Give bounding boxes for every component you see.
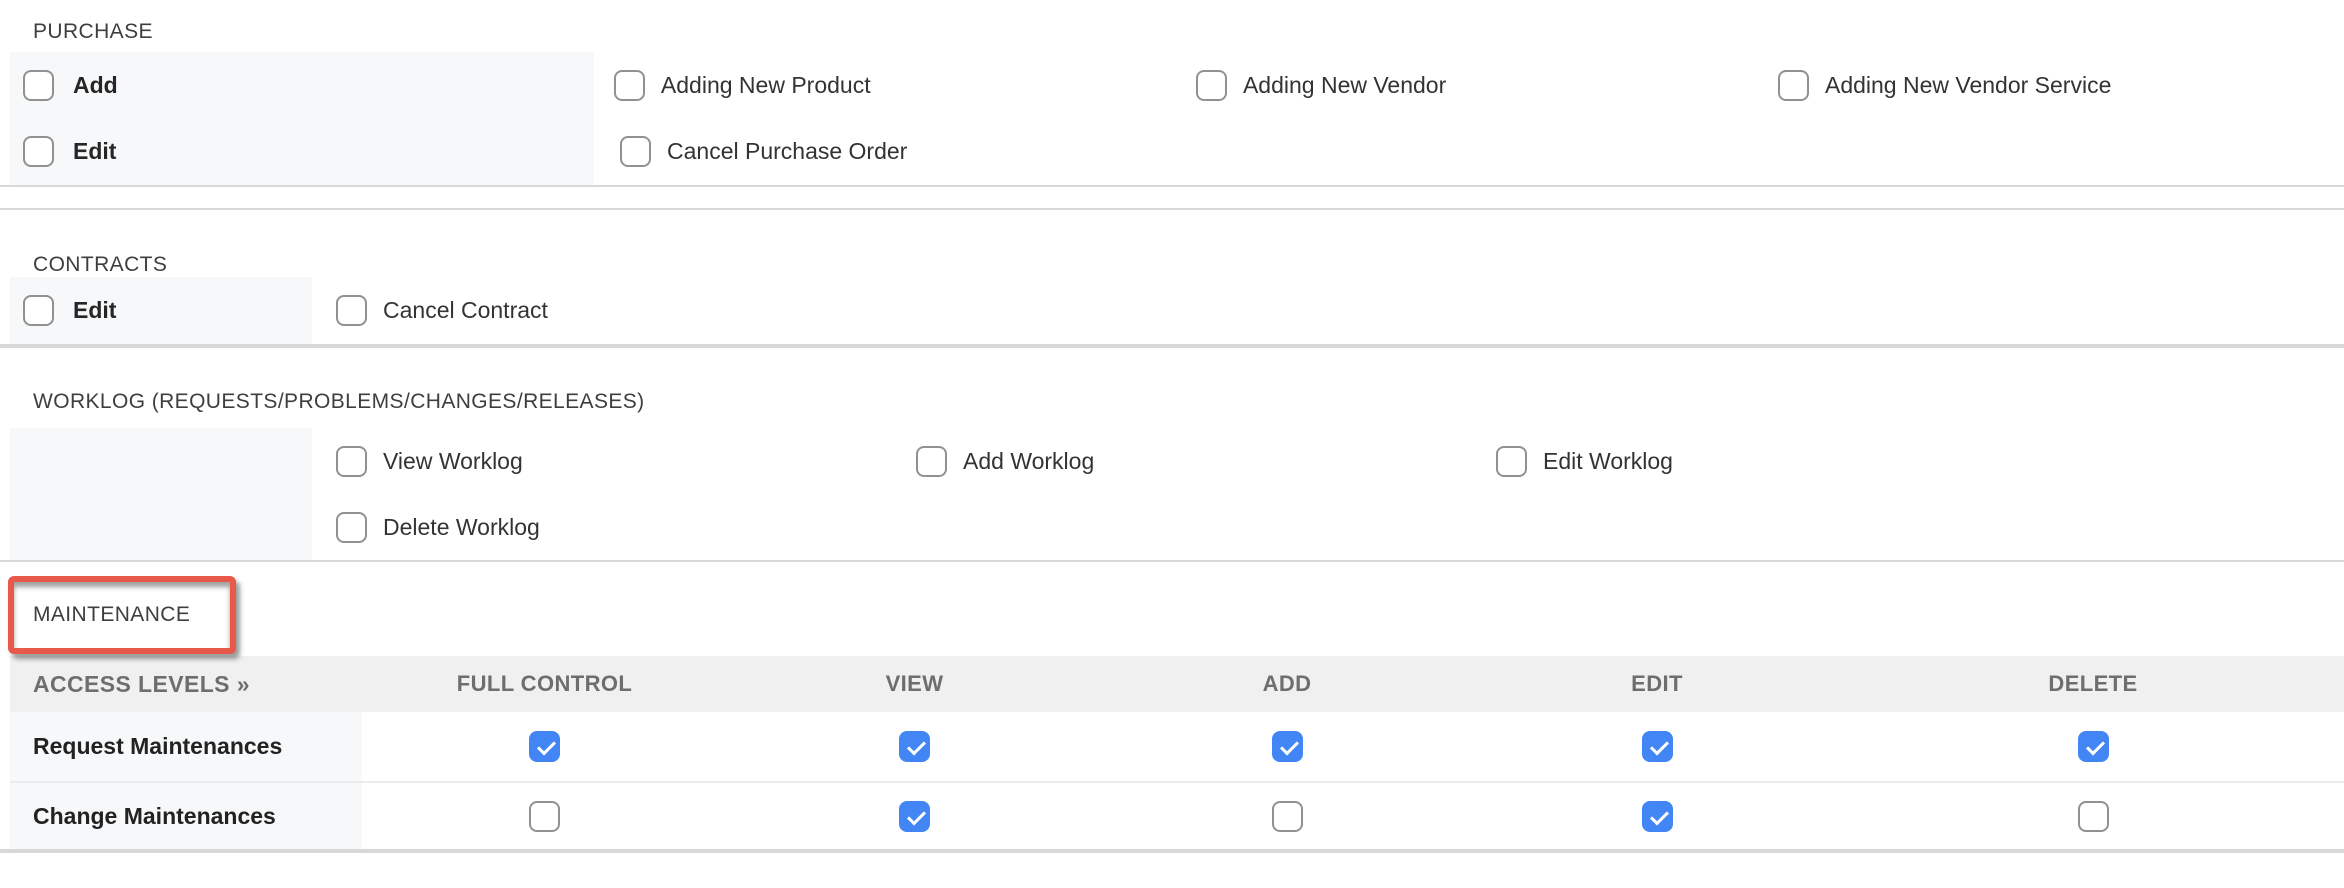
edit-worklog-checkbox[interactable] bbox=[1496, 446, 1527, 477]
contracts-edit-label: Edit bbox=[73, 297, 116, 324]
table-row-request-maintenances: Request Maintenances bbox=[10, 712, 2344, 781]
view-worklog-label: View Worklog bbox=[383, 448, 523, 475]
purchase-add-checkbox[interactable] bbox=[23, 70, 54, 101]
change-maintenances-full-control-checkbox[interactable] bbox=[529, 801, 560, 832]
adding-new-vendor-service-checkbox[interactable] bbox=[1778, 70, 1809, 101]
worklog-section-title: WORKLOG (REQUESTS/PROBLEMS/CHANGES/RELEA… bbox=[0, 348, 2344, 414]
edit-worklog-label: Edit Worklog bbox=[1543, 448, 1673, 475]
column-header-add: ADD bbox=[1102, 671, 1472, 697]
column-header-delete: DELETE bbox=[1842, 671, 2344, 697]
adding-new-vendor-label: Adding New Vendor bbox=[1243, 72, 1446, 99]
change-maintenances-delete-checkbox[interactable] bbox=[2078, 801, 2109, 832]
request-maintenances-view-checkbox[interactable] bbox=[899, 731, 930, 762]
cancel-contract-checkbox[interactable] bbox=[336, 295, 367, 326]
adding-new-vendor-service-label: Adding New Vendor Service bbox=[1825, 72, 2111, 99]
purchase-add-label: Add bbox=[73, 72, 118, 99]
purchase-edit-label: Edit bbox=[73, 138, 116, 165]
request-maintenances-add-checkbox[interactable] bbox=[1272, 731, 1303, 762]
contracts-permissions-block: Edit Cancel Contract bbox=[0, 277, 2344, 344]
column-header-view: VIEW bbox=[727, 671, 1102, 697]
purchase-row-2: Edit Cancel Purchase Order bbox=[0, 118, 2344, 185]
change-maintenances-add-checkbox[interactable] bbox=[1272, 801, 1303, 832]
bottom-divider bbox=[0, 849, 2344, 853]
adding-new-product-checkbox[interactable] bbox=[614, 70, 645, 101]
purchase-row-1: Add Adding New Product Adding New Vendor… bbox=[0, 52, 2344, 118]
access-levels-corner-header: ACCESS LEVELS » bbox=[10, 671, 362, 698]
delete-worklog-label: Delete Worklog bbox=[383, 514, 540, 541]
request-maintenances-edit-checkbox[interactable] bbox=[1642, 731, 1673, 762]
contracts-section-title: CONTRACTS bbox=[0, 210, 2344, 277]
maintenance-access-table: ACCESS LEVELS » FULL CONTROL VIEW ADD ED… bbox=[10, 656, 2344, 849]
worklog-permissions-block: View Worklog Add Worklog Edit Worklog De… bbox=[0, 428, 2344, 560]
contracts-edit-checkbox[interactable] bbox=[23, 295, 54, 326]
purchase-permissions-block: Add Adding New Product Adding New Vendor… bbox=[0, 52, 2344, 185]
request-maintenances-full-control-checkbox[interactable] bbox=[529, 731, 560, 762]
column-header-full-control: FULL CONTROL bbox=[362, 671, 727, 697]
cancel-contract-label: Cancel Contract bbox=[383, 297, 548, 324]
column-header-edit: EDIT bbox=[1472, 671, 1842, 697]
change-maintenances-view-checkbox[interactable] bbox=[899, 801, 930, 832]
request-maintenances-label: Request Maintenances bbox=[10, 712, 362, 781]
delete-worklog-checkbox[interactable] bbox=[336, 512, 367, 543]
purchase-edit-checkbox[interactable] bbox=[23, 136, 54, 167]
access-levels-header-row: ACCESS LEVELS » FULL CONTROL VIEW ADD ED… bbox=[10, 656, 2344, 712]
cancel-purchase-order-checkbox[interactable] bbox=[620, 136, 651, 167]
purchase-section-title: PURCHASE bbox=[0, 0, 2344, 52]
add-worklog-checkbox[interactable] bbox=[916, 446, 947, 477]
change-maintenances-edit-checkbox[interactable] bbox=[1642, 801, 1673, 832]
adding-new-vendor-checkbox[interactable] bbox=[1196, 70, 1227, 101]
contracts-row-1: Edit Cancel Contract bbox=[0, 277, 2344, 344]
adding-new-product-label: Adding New Product bbox=[661, 72, 871, 99]
worklog-row-1: View Worklog Add Worklog Edit Worklog bbox=[0, 428, 2344, 494]
view-worklog-checkbox[interactable] bbox=[336, 446, 367, 477]
request-maintenances-delete-checkbox[interactable] bbox=[2078, 731, 2109, 762]
worklog-row-2: Delete Worklog bbox=[0, 494, 2344, 560]
add-worklog-label: Add Worklog bbox=[963, 448, 1094, 475]
maintenance-section-title: MAINTENANCE bbox=[33, 603, 190, 627]
cancel-purchase-order-label: Cancel Purchase Order bbox=[667, 138, 907, 165]
maintenance-highlight-annotation: MAINTENANCE bbox=[8, 576, 236, 654]
table-row-change-maintenances: Change Maintenances bbox=[10, 783, 2344, 849]
change-maintenances-label: Change Maintenances bbox=[10, 783, 362, 849]
